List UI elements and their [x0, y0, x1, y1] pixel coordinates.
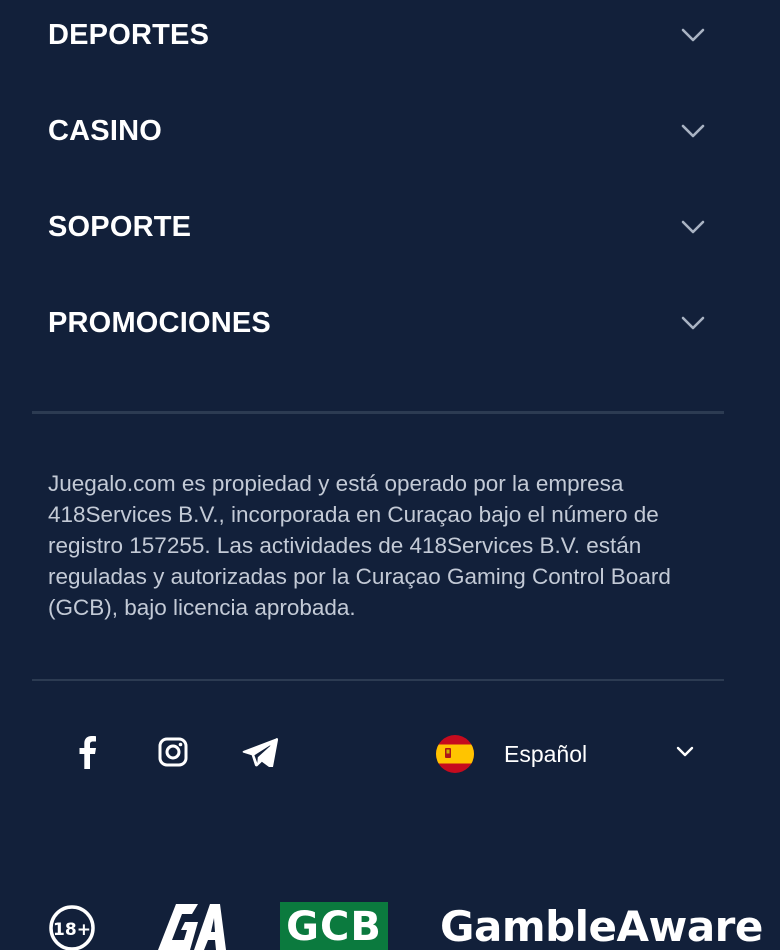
chevron-down-icon[interactable] — [676, 745, 694, 763]
facebook-link[interactable] — [70, 730, 104, 778]
facebook-icon — [77, 735, 97, 774]
menu-item-label: DEPORTES — [48, 18, 210, 51]
legal-text: Juegalo.com es propiedad y está operado … — [48, 471, 671, 620]
telegram-link[interactable] — [240, 730, 280, 778]
menu-item-casino[interactable]: CASINO — [48, 101, 708, 161]
instagram-link[interactable] — [156, 730, 190, 778]
age-18-plus-icon: 18+ — [48, 904, 96, 950]
gamble-aware-logo: GambleAware — [440, 902, 763, 950]
footer: DEPORTES CASINO SOPORTE PROMOCIONES Jueg… — [0, 0, 780, 950]
divider — [32, 411, 724, 414]
ga-logo-text: GA — [154, 900, 156, 901]
telegram-icon — [242, 737, 279, 772]
gcb-logo: GCB — [280, 902, 388, 950]
instagram-icon — [158, 737, 188, 772]
menu-item-label: PROMOCIONES — [48, 306, 271, 339]
menu-item-deportes[interactable]: DEPORTES — [48, 5, 708, 65]
divider — [32, 679, 724, 681]
chevron-down-icon[interactable] — [678, 308, 708, 338]
gaming-authority-logo-icon: GA — [154, 900, 226, 950]
menu-item-label: SOPORTE — [48, 210, 192, 243]
chevron-down-icon[interactable] — [678, 116, 708, 146]
language-label: Español — [504, 740, 588, 767]
menu-item-promociones[interactable]: PROMOCIONES — [48, 293, 708, 353]
menu-item-soporte[interactable]: SOPORTE — [48, 197, 708, 257]
language-selector[interactable]: Español — [436, 732, 702, 776]
spain-flag-icon — [436, 735, 474, 773]
chevron-down-icon[interactable] — [678, 20, 708, 50]
menu-item-label: CASINO — [48, 114, 162, 147]
chevron-down-icon[interactable] — [678, 212, 708, 242]
age-badge-text: 18+ — [53, 920, 91, 940]
